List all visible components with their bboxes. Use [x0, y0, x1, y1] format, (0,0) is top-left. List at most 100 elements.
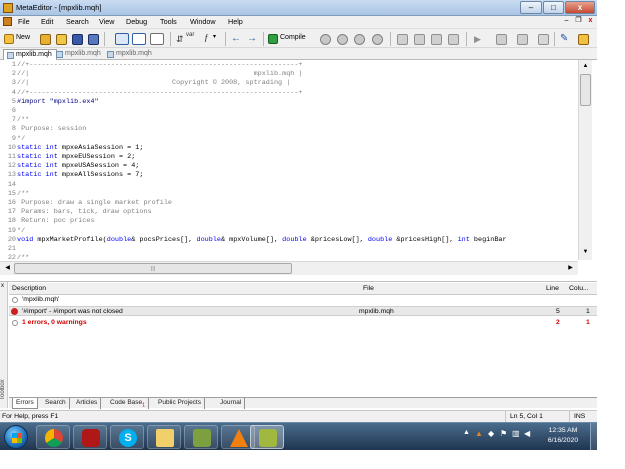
menu-view[interactable]: View	[99, 17, 114, 26]
code-line[interactable]: 19*/	[0, 227, 578, 236]
pen-icon[interactable]: ✎	[560, 34, 571, 45]
action-center-icon[interactable]: ⚑	[500, 429, 507, 438]
code-line[interactable]: 16 Purpose: draw a single market profile	[0, 199, 578, 208]
menu-help[interactable]: Help	[228, 17, 243, 26]
table-row-file[interactable]: 'mpxlib.mqh'	[9, 295, 597, 305]
menu-file[interactable]: File	[18, 17, 30, 26]
tab-code-base[interactable]: Code Base1	[107, 398, 149, 409]
properties-window-icon[interactable]	[150, 33, 164, 45]
code-line[interactable]: 17 Params: bars, tick, draw options	[0, 208, 578, 217]
code-editor[interactable]: 1//+------------------------------------…	[0, 60, 597, 282]
tab-journal[interactable]: Journal	[217, 398, 246, 409]
mdi-minimize-button[interactable]: –	[562, 17, 571, 26]
start-debug-icon[interactable]	[320, 34, 331, 45]
tray-warning-icon[interactable]: ▲	[475, 429, 483, 438]
open-folder-icon[interactable]	[40, 34, 51, 45]
taskbar-file-explorer[interactable]	[147, 425, 181, 449]
table-row-error[interactable]: '#import' - #import was not closed mpxli…	[9, 306, 597, 316]
profile-icon[interactable]	[517, 34, 528, 45]
column-file[interactable]: File	[363, 285, 374, 292]
column-description[interactable]: Description	[12, 285, 46, 292]
stop-square-icon[interactable]	[496, 34, 507, 45]
code-line[interactable]: 9*/	[0, 135, 578, 144]
code-line[interactable]: 14	[0, 181, 578, 190]
horizontal-scrollbar[interactable]: ◀ ||| ▶	[0, 261, 578, 275]
code-line[interactable]: 6	[0, 107, 578, 116]
insert-function-button[interactable]: f ▾	[203, 32, 223, 46]
code-line[interactable]: 5#import "mpxlib.ex4"	[0, 98, 578, 107]
scroll-left-icon[interactable]: ◀	[2, 263, 13, 274]
breakpoint-icon[interactable]	[448, 34, 459, 45]
taskbar-metaeditor[interactable]	[250, 425, 284, 449]
settings-icon[interactable]	[538, 34, 549, 45]
mdi-close-button[interactable]: x	[586, 17, 595, 26]
back-arrow-icon[interactable]: ←	[231, 34, 242, 45]
tab-mpxlib-2[interactable]: mpxlib.mqh	[53, 49, 105, 60]
menu-edit[interactable]: Edit	[41, 17, 53, 26]
column-column[interactable]: Colu...	[569, 285, 589, 292]
code-line[interactable]: 20void mpxMarketProfile(double& pocsPric…	[0, 236, 578, 245]
step-out-icon[interactable]	[431, 34, 442, 45]
scroll-down-icon[interactable]: ▼	[580, 247, 591, 258]
document-icon[interactable]	[3, 17, 12, 26]
save-icon[interactable]	[72, 34, 83, 45]
tab-errors[interactable]: Errors	[12, 398, 38, 409]
code-line[interactable]: 8 Purpose: session	[0, 125, 578, 134]
toolbox-window-icon[interactable]	[132, 33, 146, 45]
code-line[interactable]: 10static int mpxeAsiaSession = 1;	[0, 144, 578, 153]
horizontal-scroll-thumb[interactable]: |||	[14, 263, 292, 274]
code-line[interactable]: 12static int mpxeUSASession = 4;	[0, 162, 578, 171]
volume-icon[interactable]: ◀	[524, 429, 530, 438]
code-area[interactable]: 1//+------------------------------------…	[0, 60, 578, 260]
code-line[interactable]: 18 Return: poc prices	[0, 217, 578, 226]
maximize-button[interactable]: □	[543, 1, 564, 14]
taskbar-metatrader[interactable]	[184, 425, 218, 449]
tab-search[interactable]: Search	[42, 398, 70, 409]
vertical-scroll-thumb[interactable]	[580, 74, 591, 106]
table-row-summary[interactable]: 1 errors, 0 warnings 2 1	[9, 318, 597, 328]
menu-search[interactable]: Search	[66, 17, 89, 26]
step-over-icon[interactable]	[414, 34, 425, 45]
menu-debug[interactable]: Debug	[126, 17, 147, 26]
tab-mpxlib-3[interactable]: mpxlib.mqh	[104, 49, 156, 60]
code-line[interactable]: 1//+------------------------------------…	[0, 61, 578, 70]
code-line[interactable]: 15/**	[0, 190, 578, 199]
tab-mpxlib-active[interactable]: mpxlib.mqh	[3, 49, 57, 60]
code-line[interactable]: 11static int mpxeEUSession = 2;	[0, 153, 578, 162]
close-button[interactable]: x	[565, 1, 595, 14]
vertical-scrollbar[interactable]: ▲ ▼	[578, 60, 592, 260]
navigator-window-icon[interactable]	[115, 33, 129, 45]
code-line[interactable]: 3//| Copyright © 2008, sptrading |	[0, 79, 578, 88]
arrow-right-icon[interactable]: ▶	[474, 34, 485, 45]
tray-app-icon[interactable]: ◆	[488, 429, 494, 438]
code-line[interactable]: 22/**	[0, 254, 578, 260]
pause-icon[interactable]	[354, 34, 365, 45]
tab-public-projects[interactable]: Public Projects	[155, 398, 205, 409]
code-line[interactable]: 2//| mpxlib.mqh |	[0, 70, 578, 79]
scroll-right-icon[interactable]: ▶	[565, 263, 576, 274]
menu-tools[interactable]: Tools	[160, 17, 177, 26]
forward-arrow-icon[interactable]: →	[247, 34, 258, 45]
toolbox-close-button[interactable]: x	[1, 283, 4, 289]
options-icon[interactable]	[578, 34, 589, 45]
show-desktop-button[interactable]	[590, 423, 597, 451]
network-icon[interactable]: ▥	[512, 429, 520, 438]
taskbar-winrar[interactable]	[73, 425, 107, 449]
start-button[interactable]	[4, 425, 28, 449]
play-icon[interactable]	[337, 34, 348, 45]
code-line[interactable]: 21	[0, 245, 578, 254]
save-all-icon[interactable]	[88, 34, 99, 45]
taskbar-skype[interactable]: S	[110, 425, 144, 449]
code-line[interactable]: 7/**	[0, 116, 578, 125]
scroll-up-icon[interactable]: ▲	[580, 61, 591, 72]
tray-expand-icon[interactable]: ▲	[463, 429, 470, 436]
taskbar-chrome[interactable]	[36, 425, 70, 449]
code-line[interactable]: 4//+------------------------------------…	[0, 89, 578, 98]
new-button[interactable]: New	[4, 32, 34, 46]
compile-button[interactable]: Compile	[268, 32, 312, 46]
minimize-button[interactable]: –	[520, 1, 542, 14]
tab-articles[interactable]: Articles	[73, 398, 102, 409]
stop-icon[interactable]	[372, 34, 383, 45]
open-folder-icon-2[interactable]	[56, 34, 67, 45]
step-into-icon[interactable]	[397, 34, 408, 45]
